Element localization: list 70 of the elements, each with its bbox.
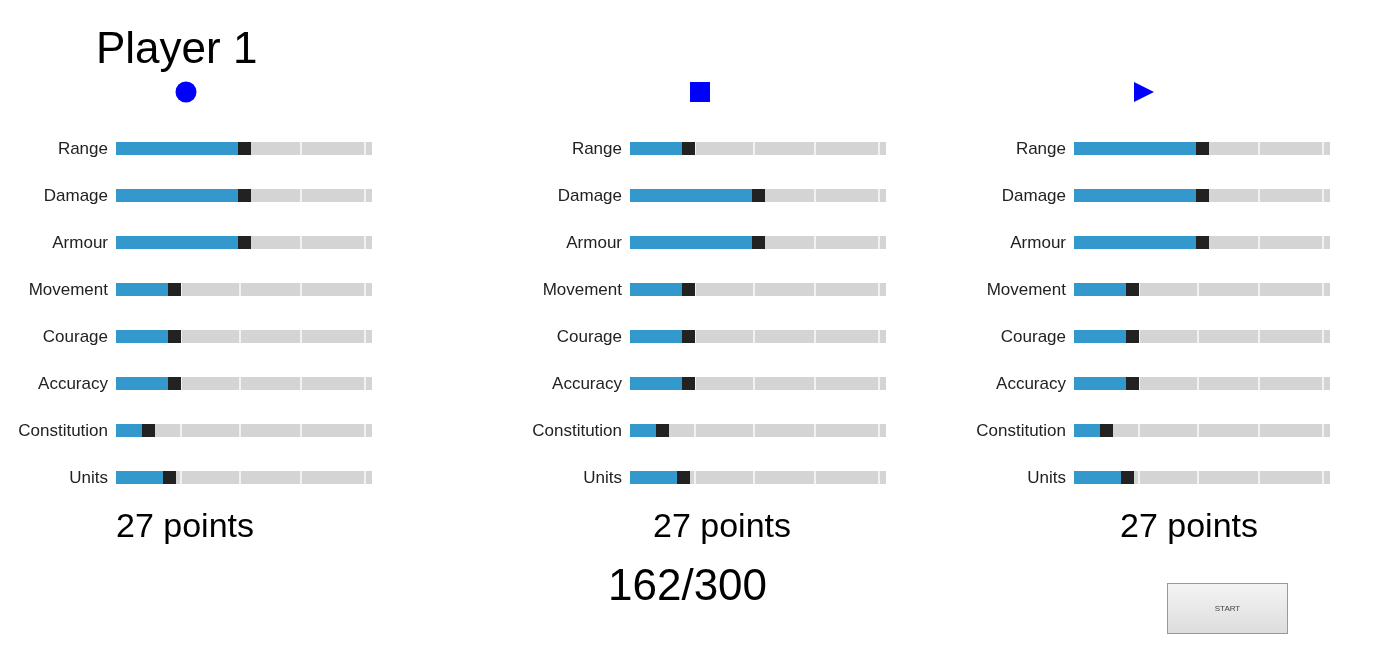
stat-label: Damage bbox=[42, 185, 108, 206]
slider-track[interactable] bbox=[630, 471, 886, 484]
slider-track[interactable] bbox=[630, 142, 886, 155]
stat-label: Units bbox=[1026, 467, 1066, 488]
stat-label: Constitution bbox=[975, 420, 1066, 441]
stat-label: Accuracy bbox=[995, 373, 1066, 394]
slider-thumb[interactable] bbox=[168, 283, 182, 296]
points-text: 27 points bbox=[116, 505, 254, 545]
stat-label: Damage bbox=[1000, 185, 1066, 206]
slider-track[interactable] bbox=[1074, 236, 1330, 249]
slider-thumb[interactable] bbox=[1126, 377, 1140, 390]
triangle-icon bbox=[1133, 81, 1155, 103]
slider-track[interactable] bbox=[630, 236, 886, 249]
slider-track[interactable] bbox=[1074, 471, 1330, 484]
slider-thumb[interactable] bbox=[168, 377, 182, 390]
slider-thumb[interactable] bbox=[1126, 283, 1140, 296]
slider-thumb[interactable] bbox=[682, 330, 696, 343]
stat-label: Movement bbox=[985, 279, 1066, 300]
slider-track[interactable] bbox=[116, 330, 372, 343]
slider-thumb[interactable] bbox=[682, 377, 696, 390]
start-button[interactable]: START bbox=[1167, 583, 1288, 634]
slider-thumb[interactable] bbox=[682, 142, 696, 155]
slider-thumb[interactable] bbox=[677, 471, 691, 484]
stat-label: Courage bbox=[999, 326, 1066, 347]
stat-label: Movement bbox=[27, 279, 108, 300]
slider-thumb[interactable] bbox=[168, 330, 182, 343]
points-text: 27 points bbox=[1120, 505, 1258, 545]
stat-label: Armour bbox=[565, 232, 622, 253]
square-icon bbox=[689, 81, 711, 103]
stat-label: Accuracy bbox=[551, 373, 622, 394]
total-points: 162/300 bbox=[608, 559, 769, 611]
stat-label: Constitution bbox=[17, 420, 108, 441]
stat-label: Range bbox=[56, 138, 108, 159]
stat-label: Constitution bbox=[531, 420, 622, 441]
stat-label: Units bbox=[582, 467, 622, 488]
stat-label: Courage bbox=[41, 326, 108, 347]
slider-thumb[interactable] bbox=[1126, 330, 1140, 343]
slider-track[interactable] bbox=[116, 283, 372, 296]
slider-track[interactable] bbox=[1074, 283, 1330, 296]
slider-track[interactable] bbox=[116, 142, 372, 155]
slider-track[interactable] bbox=[1074, 424, 1330, 437]
slider-track[interactable] bbox=[1074, 142, 1330, 155]
slider-thumb[interactable] bbox=[163, 471, 177, 484]
stat-label: Courage bbox=[555, 326, 622, 347]
slider-track[interactable] bbox=[630, 330, 886, 343]
slider-track[interactable] bbox=[1074, 330, 1330, 343]
slider-thumb[interactable] bbox=[682, 283, 696, 296]
stat-label: Armour bbox=[1009, 232, 1066, 253]
slider-track[interactable] bbox=[116, 377, 372, 390]
slider-track[interactable] bbox=[630, 377, 886, 390]
slider-track[interactable] bbox=[116, 424, 372, 437]
slider-track[interactable] bbox=[630, 424, 886, 437]
slider-track[interactable] bbox=[116, 236, 372, 249]
player-title: Player 1 bbox=[96, 23, 258, 72]
stat-label: Accuracy bbox=[37, 373, 108, 394]
stat-label: Range bbox=[570, 138, 622, 159]
slider-track[interactable] bbox=[1074, 377, 1330, 390]
points-text: 27 points bbox=[653, 505, 791, 545]
slider-track[interactable] bbox=[630, 189, 886, 202]
stat-label: Damage bbox=[556, 185, 622, 206]
stat-label: Range bbox=[1014, 138, 1066, 159]
slider-track[interactable] bbox=[630, 283, 886, 296]
stat-label: Movement bbox=[541, 279, 622, 300]
stat-label: Units bbox=[68, 467, 108, 488]
stat-label: Armour bbox=[51, 232, 108, 253]
circle-icon bbox=[175, 81, 197, 103]
slider-thumb[interactable] bbox=[1121, 471, 1135, 484]
slider-track[interactable] bbox=[116, 471, 372, 484]
slider-track[interactable] bbox=[116, 189, 372, 202]
slider-track[interactable] bbox=[1074, 189, 1330, 202]
